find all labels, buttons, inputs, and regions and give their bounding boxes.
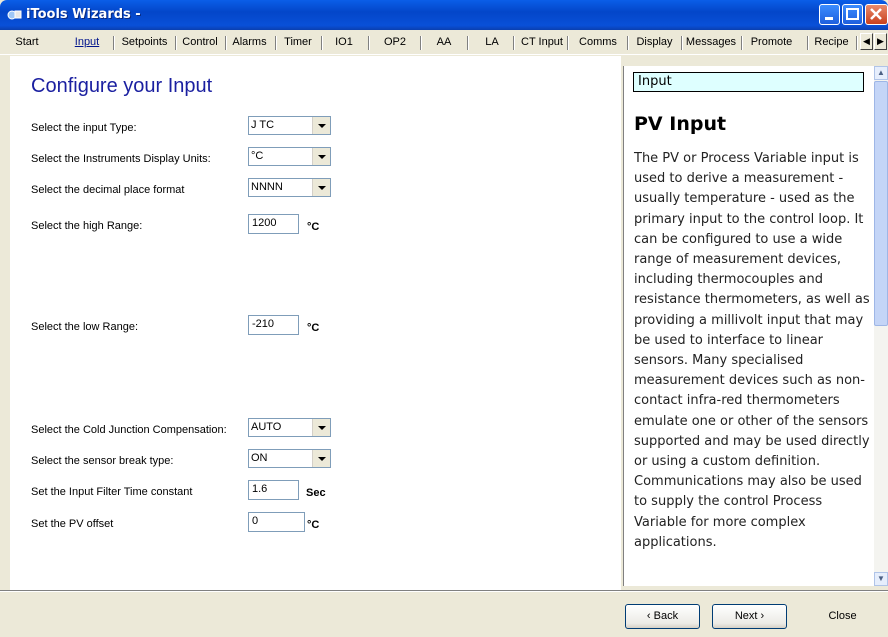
help-title: PV Input	[634, 113, 727, 135]
tab-op2[interactable]: OP2	[382, 34, 408, 51]
help-panel: Input PV Input The PV or Process Variabl…	[623, 66, 875, 586]
tab-separator	[275, 36, 276, 50]
tab-messages[interactable]: Messages	[683, 34, 739, 51]
tab-display[interactable]: Display	[631, 34, 678, 51]
cjc-select[interactable]: AUTO	[248, 418, 331, 437]
chevron-up-icon: ▲	[877, 68, 885, 77]
itools-icon	[7, 10, 22, 20]
close-window-button[interactable]	[865, 4, 888, 25]
pv-offset-unit: °C	[307, 519, 320, 531]
tab-separator	[368, 36, 369, 50]
tab-separator	[807, 36, 808, 50]
decimal-format-select[interactable]: NNNN	[248, 178, 331, 197]
low-range-unit: °C	[307, 322, 320, 334]
close-button[interactable]: Close	[805, 604, 880, 629]
decimal-format-label: Select the decimal place format	[31, 184, 185, 196]
display-units-select[interactable]: °C	[248, 147, 331, 166]
tab-control[interactable]: Control	[177, 34, 223, 51]
tab-aa[interactable]: AA	[434, 34, 454, 51]
pv-offset-field[interactable]: 0	[248, 512, 305, 532]
maximize-button[interactable]	[842, 4, 863, 25]
next-button[interactable]: Next ›	[712, 604, 787, 629]
high-range-value: 1200	[252, 217, 277, 229]
tab-promote[interactable]: Promote	[744, 34, 799, 51]
high-range-label: Select the high Range:	[31, 220, 143, 232]
low-range-value: -210	[252, 318, 275, 330]
input-type-select[interactable]: J TC	[248, 116, 331, 135]
tab-scroll-left-button[interactable]: ◀	[860, 33, 873, 50]
footer-divider-highlight	[0, 591, 888, 592]
help-header: Input	[633, 72, 864, 92]
input-type-label: Select the input Type:	[31, 122, 137, 134]
minimize-button[interactable]	[819, 4, 840, 25]
display-units-label: Select the Instruments Display Units:	[31, 153, 211, 165]
tab-separator	[420, 36, 421, 50]
cjc-value: AUTO	[251, 421, 282, 433]
tab-separator	[856, 36, 857, 50]
tab-separator	[567, 36, 568, 50]
sensor-break-value: ON	[251, 452, 268, 464]
tab-separator	[175, 36, 176, 50]
scroll-up-button[interactable]: ▲	[874, 66, 888, 80]
tab-separator	[225, 36, 226, 50]
tab-la[interactable]: LA	[482, 34, 502, 51]
sensor-break-label: Select the sensor break type:	[31, 455, 174, 467]
arrow-right-icon: ▶	[877, 36, 884, 46]
tab-scroll-arrows: ◀ ▶	[860, 33, 888, 51]
title-bar[interactable]: iTools Wizards -	[0, 0, 888, 30]
arrow-left-icon: ◀	[863, 36, 870, 46]
filter-time-field[interactable]: 1.6	[248, 480, 299, 500]
help-scrollbar[interactable]: ▲ ▼	[874, 66, 888, 586]
minimize-icon	[825, 17, 833, 20]
chevron-down-icon[interactable]	[312, 419, 330, 436]
maximize-icon	[846, 8, 859, 20]
scroll-down-button[interactable]: ▼	[874, 572, 888, 586]
tab-start[interactable]: Start	[12, 34, 42, 51]
pv-offset-label: Set the PV offset	[31, 518, 114, 530]
chevron-down-icon[interactable]	[312, 179, 330, 196]
close-icon	[870, 8, 882, 20]
input-type-value: J TC	[251, 119, 275, 131]
tab-scroll-right-button[interactable]: ▶	[874, 33, 887, 50]
chevron-down-icon[interactable]	[312, 117, 330, 134]
tab-separator	[113, 36, 114, 50]
scroll-thumb[interactable]	[874, 81, 888, 326]
chevron-down-icon[interactable]	[312, 148, 330, 165]
chevron-down-icon[interactable]	[312, 450, 330, 467]
tab-input[interactable]: Input	[72, 34, 102, 51]
tab-io1[interactable]: IO1	[333, 34, 355, 51]
back-button[interactable]: ‹ Back	[625, 604, 700, 629]
help-body: The PV or Process Variable input is used…	[634, 151, 870, 550]
tab-alarms[interactable]: Alarms	[227, 34, 272, 51]
tab-separator	[681, 36, 682, 50]
tab-recipe[interactable]: Recipe	[810, 34, 853, 51]
cjc-label: Select the Cold Junction Compensation:	[31, 424, 227, 436]
tab-separator	[321, 36, 322, 50]
tab-setpoints[interactable]: Setpoints	[117, 34, 172, 51]
decimal-format-value: NNNN	[251, 181, 283, 193]
filter-time-unit: Sec	[306, 487, 326, 499]
filter-time-value: 1.6	[252, 483, 268, 495]
filter-time-label: Set the Input Filter Time constant	[31, 486, 193, 498]
low-range-field[interactable]: -210	[248, 315, 299, 335]
tab-separator	[467, 36, 468, 50]
tab-ct-input[interactable]: CT Input	[518, 34, 566, 51]
tab-separator	[627, 36, 628, 50]
tab-separator	[513, 36, 514, 50]
tab-comms[interactable]: Comms	[570, 34, 626, 51]
low-range-label: Select the low Range:	[31, 321, 139, 333]
chevron-down-icon: ▼	[877, 574, 885, 583]
high-range-unit: °C	[307, 221, 320, 233]
tab-timer[interactable]: Timer	[279, 34, 317, 51]
page-title: Configure your Input	[31, 75, 213, 97]
display-units-value: °C	[251, 150, 264, 162]
sensor-break-select[interactable]: ON	[248, 449, 331, 468]
tab-separator	[741, 36, 742, 50]
window-title: iTools Wizards -	[26, 7, 141, 22]
tab-bar: Start Input Setpoints Control Alarms Tim…	[0, 30, 888, 55]
pv-offset-value: 0	[252, 515, 259, 527]
input-config-panel: Configure your Input Select the input Ty…	[10, 56, 621, 590]
high-range-field[interactable]: 1200	[248, 214, 299, 234]
